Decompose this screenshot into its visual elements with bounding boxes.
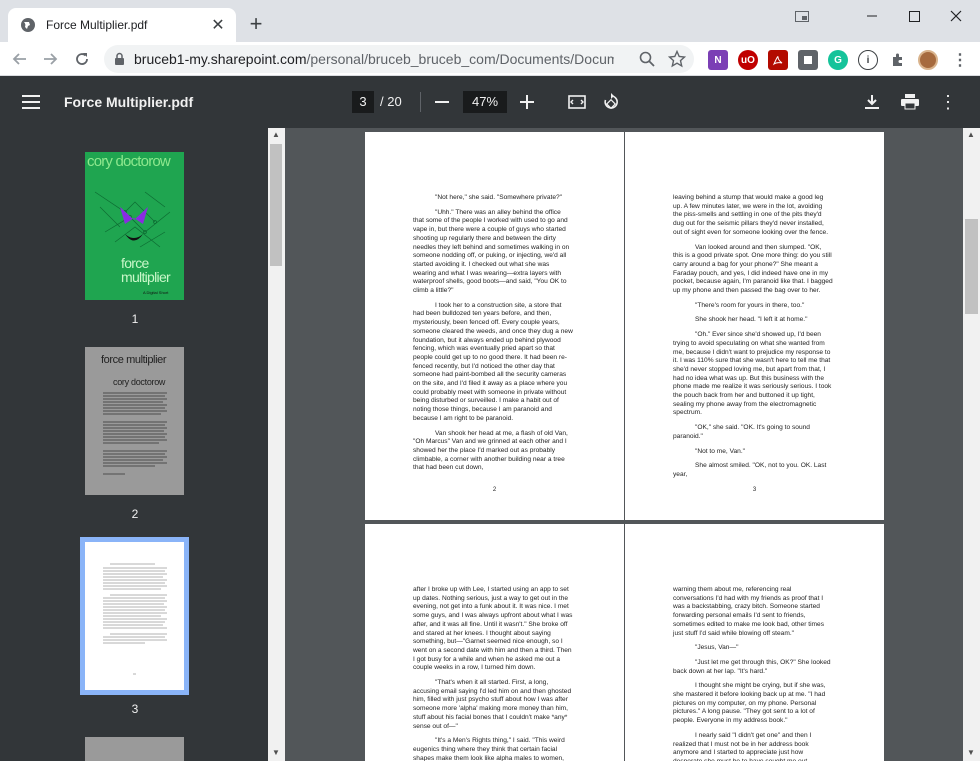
paragraph: I nearly said "I didn't get one" and the… bbox=[673, 731, 812, 761]
paragraph: after I broke up with Lee, I started usi… bbox=[413, 586, 573, 672]
profile-avatar[interactable] bbox=[918, 50, 938, 70]
thumbnail-label-1: 1 bbox=[131, 312, 139, 326]
onenote-extension-icon[interactable]: N bbox=[708, 50, 728, 70]
paragraph: "Jesus, Van—" bbox=[695, 644, 739, 652]
zoom-out-icon[interactable] bbox=[432, 92, 452, 112]
thumb2-title: force multiplier bbox=[101, 354, 167, 366]
extensions-puzzle-icon[interactable] bbox=[888, 50, 908, 70]
paragraph: I took her to a construction site, a sto… bbox=[413, 301, 573, 422]
thumbnail-sidebar: cory doctorow force multiplier A Digital… bbox=[0, 128, 268, 761]
page-total: / 20 bbox=[380, 94, 402, 109]
paragraph: "Not here," she said. "Somewhere private… bbox=[435, 194, 563, 201]
page-2-text: "Not here," she said. "Somewhere private… bbox=[413, 194, 573, 479]
paragraph: "Uhh." There was an alley behind the off… bbox=[413, 208, 570, 295]
document-page-4: after I broke up with Lee, I started usi… bbox=[365, 524, 624, 761]
document-scrollbar-thumb[interactable] bbox=[965, 219, 978, 314]
url-host: bruceb1-my.sharepoint.com bbox=[134, 51, 307, 67]
thumb3-page bbox=[85, 542, 184, 690]
reload-icon[interactable] bbox=[70, 47, 94, 71]
tab-strip: Force Multiplier.pdf ✕ + bbox=[0, 0, 980, 42]
paragraph: leaving behind a stump that would make a… bbox=[673, 194, 829, 236]
thumbnail-label-3: 3 bbox=[131, 702, 139, 716]
url-text: bruceb1-my.sharepoint.com/personal/bruce… bbox=[134, 51, 614, 67]
paragraph: "That's when it all started. First, a lo… bbox=[413, 679, 572, 730]
maximize-icon[interactable] bbox=[894, 0, 934, 32]
rotate-icon[interactable] bbox=[601, 92, 621, 112]
paragraph: "Oh." Ever since she'd showed up, I'd be… bbox=[673, 331, 832, 417]
screenshot-extension-icon[interactable] bbox=[798, 50, 818, 70]
back-icon[interactable] bbox=[8, 47, 32, 71]
url-path: /personal/bruceb_bruceb_com/Documents/Do… bbox=[306, 51, 614, 67]
minimize-icon[interactable] bbox=[852, 0, 892, 32]
paragraph: She almost smiled. "OK, not to you. OK. … bbox=[673, 462, 827, 478]
document-viewport[interactable]: "Not here," she said. "Somewhere private… bbox=[285, 128, 963, 761]
paragraph: I thought she might be crying, but if sh… bbox=[673, 682, 826, 725]
pdf-title: Force Multiplier.pdf bbox=[64, 94, 194, 110]
paragraph: "There's room for yours in there, too." bbox=[695, 301, 805, 309]
page-number-input[interactable]: 3 bbox=[352, 91, 374, 113]
thumbnail-page-1[interactable]: cory doctorow force multiplier A Digital… bbox=[85, 152, 184, 300]
thumbnail-page-2[interactable]: force multiplier cory doctorow bbox=[85, 347, 184, 495]
pdf-toolbar: Force Multiplier.pdf 3 / 20 47% ⋮ bbox=[0, 76, 980, 128]
lock-icon bbox=[115, 52, 124, 65]
zoom-in-icon[interactable] bbox=[517, 92, 537, 112]
document-scrollbar[interactable]: ▲ ▼ bbox=[963, 128, 980, 761]
sidebar-scroll-up-icon[interactable]: ▲ bbox=[272, 130, 280, 139]
paragraph: Van looked around and then slumped. "OK,… bbox=[673, 243, 833, 295]
document-page-5: warning them about me, referencing real … bbox=[625, 524, 884, 761]
paragraph: "Just let me get through this, OK?" She … bbox=[673, 658, 831, 675]
address-bar[interactable]: bruceb1-my.sharepoint.com/personal/bruce… bbox=[104, 45, 694, 73]
document-page-2: "Not here," she said. "Somewhere private… bbox=[365, 132, 624, 520]
toolbar-divider bbox=[420, 92, 421, 112]
cover-title: force multiplier bbox=[121, 255, 171, 285]
zoom-level-input[interactable]: 47% bbox=[463, 91, 507, 113]
download-icon[interactable] bbox=[862, 92, 882, 112]
more-options-icon[interactable]: ⋮ bbox=[938, 92, 958, 112]
cover-author: cory doctorow bbox=[87, 153, 171, 170]
hamburger-menu-icon[interactable] bbox=[22, 92, 42, 112]
bookmark-star-icon[interactable] bbox=[668, 50, 686, 68]
grammarly-extension-icon[interactable]: G bbox=[828, 50, 848, 70]
acrobat-extension-icon[interactable] bbox=[768, 50, 788, 70]
ublock-extension-icon[interactable]: uO bbox=[738, 50, 758, 70]
cast-icon[interactable] bbox=[792, 0, 812, 32]
page-number: 3 bbox=[752, 487, 757, 493]
thumb2-author: cory doctorow bbox=[113, 377, 166, 387]
thumbnail-label-2: 2 bbox=[131, 507, 139, 521]
globe-icon bbox=[21, 18, 35, 32]
fit-to-page-icon[interactable] bbox=[567, 92, 587, 112]
close-tab-icon[interactable]: ✕ bbox=[208, 15, 228, 35]
forward-icon[interactable] bbox=[38, 47, 62, 71]
browser-tab[interactable]: Force Multiplier.pdf ✕ bbox=[8, 8, 236, 42]
print-icon[interactable] bbox=[900, 92, 920, 112]
cover-subtitle: A Digital Short bbox=[143, 290, 169, 295]
thumb3-text-lines bbox=[103, 563, 167, 675]
thumbnail-page-4[interactable] bbox=[85, 737, 184, 761]
thumbnail-page-3-selected[interactable] bbox=[80, 537, 189, 695]
thumb2-text-lines bbox=[103, 392, 167, 475]
paragraph: Van shook her head at me, a flash of old… bbox=[413, 429, 568, 472]
sidebar-scroll-down-icon[interactable]: ▼ bbox=[272, 748, 280, 757]
paragraph: "It's a Men's Rights thing," I said. "Th… bbox=[413, 737, 565, 761]
tab-title: Force Multiplier.pdf bbox=[46, 18, 148, 32]
window-close-icon[interactable] bbox=[936, 0, 976, 32]
info-extension-icon[interactable]: i bbox=[858, 50, 878, 70]
paragraph: She shook her head. "I left it at home." bbox=[695, 316, 808, 324]
page-5-text: warning them about me, referencing real … bbox=[673, 586, 833, 761]
paragraph: warning them about me, referencing real … bbox=[673, 586, 824, 637]
page-number: 2 bbox=[492, 487, 497, 493]
doc-scroll-down-icon[interactable]: ▼ bbox=[967, 748, 975, 757]
page-3-text: leaving behind a stump that would make a… bbox=[673, 194, 833, 486]
new-tab-button[interactable]: + bbox=[244, 11, 268, 36]
document-page-3: leaving behind a stump that would make a… bbox=[625, 132, 884, 520]
sidebar-scrollbar[interactable]: ▲ ▼ bbox=[268, 128, 285, 761]
browser-menu-icon[interactable]: ⋮ bbox=[950, 50, 970, 70]
paragraph: "OK," she said. "OK. It's going to sound… bbox=[673, 424, 810, 440]
paragraph: "Not to me, Van." bbox=[695, 447, 746, 455]
zoom-search-icon[interactable] bbox=[638, 50, 656, 68]
page-4-text: after I broke up with Lee, I started usi… bbox=[413, 586, 573, 761]
doc-scroll-up-icon[interactable]: ▲ bbox=[967, 130, 975, 139]
sidebar-scrollbar-thumb[interactable] bbox=[270, 144, 282, 266]
